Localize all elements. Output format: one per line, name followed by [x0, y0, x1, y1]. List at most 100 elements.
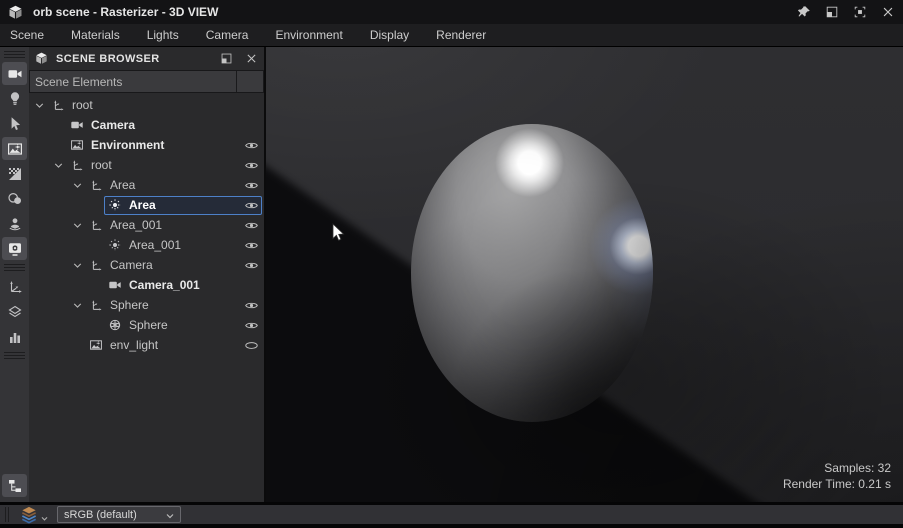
- spheres-icon: [7, 191, 23, 207]
- close-button[interactable]: [881, 5, 895, 19]
- samples-text: Samples: 32: [824, 461, 891, 475]
- float-window-button[interactable]: [825, 5, 839, 19]
- tree-item-label: Area: [110, 178, 136, 192]
- diamond-icon: [7, 304, 23, 320]
- videocam-icon: [107, 277, 123, 293]
- eye-open-icon[interactable]: [243, 137, 259, 153]
- menu-item-display[interactable]: Display: [370, 28, 409, 42]
- eye-open-icon[interactable]: [243, 257, 259, 273]
- axes-icon: [88, 257, 104, 273]
- axes-icon: [88, 177, 104, 193]
- toolbar-materials-button[interactable]: [2, 187, 27, 210]
- tree-row-area[interactable]: Area: [29, 195, 264, 215]
- toolbar-render-settings-button[interactable]: [2, 237, 27, 260]
- tree-item-label: Area_001: [110, 218, 163, 232]
- tree-row-env_light[interactable]: env_light: [29, 335, 264, 355]
- menu-item-camera[interactable]: Camera: [206, 28, 249, 42]
- scene-browser-panel: SCENE BROWSER Scene Elements root Camera E…: [29, 47, 266, 502]
- menu-item-materials[interactable]: Materials: [71, 28, 120, 42]
- bottombar-grip[interactable]: [5, 507, 10, 522]
- axes-icon: [50, 97, 66, 113]
- layers-dropdown-chevron-icon[interactable]: [40, 510, 49, 521]
- videocam-icon: [7, 66, 23, 82]
- tree-icon: [7, 478, 23, 494]
- tree-row-environment[interactable]: Environment: [29, 135, 264, 155]
- panel-title: SCENE BROWSER: [56, 52, 160, 65]
- toolbar-separator-grip[interactable]: [4, 352, 25, 360]
- toolbar-scene-tree-button[interactable]: [2, 474, 27, 497]
- eye-open-icon[interactable]: [243, 197, 259, 213]
- scene-tree: root Camera Environment root Area Area Area_00…: [29, 93, 264, 502]
- tree-item-label: Camera: [91, 118, 136, 132]
- toolbar-environment-button[interactable]: [2, 137, 27, 160]
- menu-item-scene[interactable]: Scene: [10, 28, 44, 42]
- chevron-down-icon[interactable]: [70, 258, 85, 273]
- tree-item-label: Environment: [91, 138, 165, 152]
- tree-row-root[interactable]: root: [29, 95, 264, 115]
- sun-icon: [107, 197, 123, 213]
- person-icon: [7, 216, 23, 232]
- menu-item-lights[interactable]: Lights: [147, 28, 179, 42]
- mouse-cursor-icon: [332, 223, 345, 248]
- environment-icon: [88, 337, 104, 353]
- eye-open-icon[interactable]: [243, 317, 259, 333]
- pin-button[interactable]: [797, 5, 811, 19]
- tree-row-sphere[interactable]: Sphere: [29, 315, 264, 335]
- colorspace-select[interactable]: sRGB (default): [57, 506, 181, 523]
- eye-open-icon[interactable]: [243, 177, 259, 193]
- axes3d-icon: [7, 279, 23, 295]
- tree-item-label: Sphere: [110, 298, 149, 312]
- axes-icon: [69, 157, 85, 173]
- chevron-down-icon[interactable]: [70, 178, 85, 193]
- 3d-viewport[interactable]: Samples: 32 Render Time: 0.21 s: [266, 47, 903, 502]
- main-area: SCENE BROWSER Scene Elements root Camera E…: [0, 47, 903, 502]
- toolbar-transform-gizmo-button[interactable]: [2, 275, 27, 298]
- chevron-down-icon[interactable]: [51, 158, 66, 173]
- tree-row-camera_001[interactable]: Camera_001: [29, 275, 264, 295]
- toolbar-avatar-button[interactable]: [2, 212, 27, 235]
- chevron-down-icon[interactable]: [32, 98, 47, 113]
- eye-open-icon[interactable]: [243, 157, 259, 173]
- toolbar-statistics-button[interactable]: [2, 325, 27, 348]
- tree-row-camera[interactable]: Camera: [29, 255, 264, 275]
- toolbar-camera-view-button[interactable]: [2, 62, 27, 85]
- chevron-down-icon[interactable]: [70, 218, 85, 233]
- toolbar-layers-button[interactable]: [2, 300, 27, 323]
- title-bar: orb scene - Rasterizer - 3D VIEW: [0, 0, 903, 24]
- panel-close-button[interactable]: [245, 52, 258, 65]
- toolbar-separator-grip[interactable]: [4, 264, 25, 272]
- maximize-button[interactable]: [853, 5, 867, 19]
- eye-open-icon[interactable]: [243, 297, 259, 313]
- eye-open-icon[interactable]: [243, 237, 259, 253]
- mesh-icon: [107, 317, 123, 333]
- visibility-column-header: [236, 71, 263, 92]
- menu-item-environment[interactable]: Environment: [275, 28, 342, 42]
- menu-item-renderer[interactable]: Renderer: [436, 28, 486, 42]
- tree-row-area_001[interactable]: Area_001: [29, 235, 264, 255]
- tree-item-label: Camera_001: [129, 278, 200, 292]
- render-stats: Samples: 32 Render Time: 0.21 s: [783, 460, 891, 492]
- toolbar-lights-button[interactable]: [2, 87, 27, 110]
- display-layers-icon[interactable]: [19, 505, 39, 524]
- panel-float-button[interactable]: [220, 52, 233, 65]
- chevron-down-icon[interactable]: [70, 298, 85, 313]
- tree-row-area_001[interactable]: Area_001: [29, 215, 264, 235]
- tree-row-root[interactable]: root: [29, 155, 264, 175]
- toolbar-select-button[interactable]: [2, 112, 27, 135]
- toolbar-textures-button[interactable]: [2, 162, 27, 185]
- application-window: orb scene - Rasterizer - 3D VIEW Scene Ma…: [0, 0, 903, 528]
- toolbar-grip[interactable]: [4, 51, 25, 59]
- tree-item-label: root: [91, 158, 112, 172]
- eye-closed-icon[interactable]: [243, 337, 259, 353]
- tree-row-camera[interactable]: Camera: [29, 115, 264, 135]
- eye-open-icon[interactable]: [243, 217, 259, 233]
- tree-row-sphere[interactable]: Sphere: [29, 295, 264, 315]
- tree-item-label: Camera: [110, 258, 153, 272]
- render-time-text: Render Time: 0.21 s: [782, 477, 891, 491]
- tree-row-area[interactable]: Area: [29, 175, 264, 195]
- videocam-icon: [69, 117, 85, 133]
- chevron-down-icon: [164, 509, 176, 521]
- left-toolbar: [0, 47, 29, 502]
- tree-item-label: Area: [129, 198, 156, 212]
- scene-elements-header[interactable]: Scene Elements: [29, 70, 264, 93]
